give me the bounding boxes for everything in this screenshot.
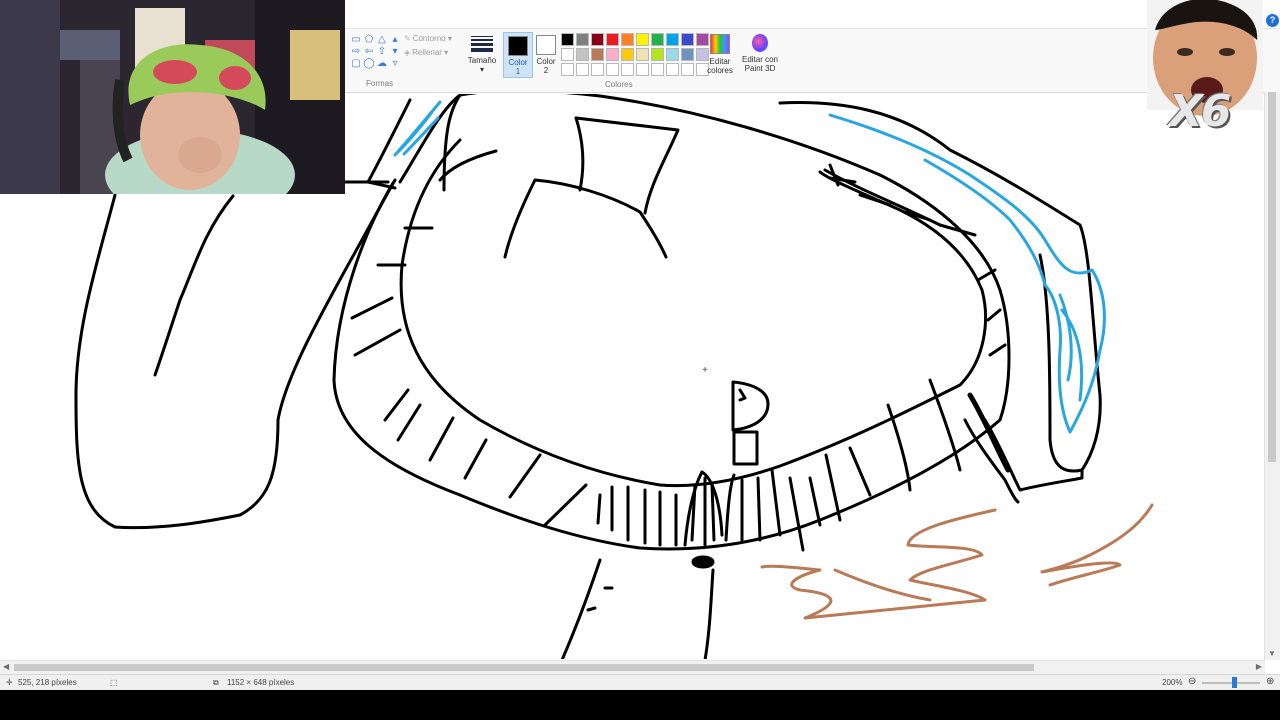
palette-swatch[interactable] [606, 63, 619, 76]
palette-swatch[interactable] [591, 33, 604, 46]
scroll-down-arrow-icon[interactable]: ▼ [1268, 649, 1276, 658]
shapes-group: ▭ ⬠ △ ▴ ⇨ ⇦ ⇧ ▾ ▢ ◯ ☁ ▿ ✎ Contorno ▾ ◈ Rel… [346, 30, 454, 88]
palette-swatch[interactable] [666, 33, 679, 46]
vertical-scroll-thumb[interactable] [1268, 92, 1276, 462]
palette-swatch[interactable] [591, 63, 604, 76]
vertical-scrollbar[interactable]: ▼ [1264, 92, 1280, 660]
color1-button[interactable]: Color 1 [503, 32, 533, 78]
image-size-icon: ⧉ [213, 678, 219, 687]
palette-swatch[interactable] [621, 48, 634, 61]
bottom-black-bar [0, 690, 1280, 720]
scroll-left-arrow-icon[interactable]: ◀ [3, 662, 9, 671]
status-bar: ✛ 525, 218 píxeles ⬚ ⧉ 1152 × 648 píxele… [0, 674, 1280, 691]
palette-swatch[interactable] [606, 48, 619, 61]
palette-swatch[interactable] [666, 63, 679, 76]
zoom-level: 200% [1162, 678, 1183, 687]
arrow-left-shape-icon[interactable]: ⇦ [363, 46, 375, 57]
arrow-up-shape-icon[interactable]: ⇧ [376, 46, 388, 57]
zoom-slider[interactable] [1202, 682, 1260, 684]
color1-label: Color 1 [508, 58, 528, 76]
cursor-position-icon: ✛ [6, 678, 13, 687]
zoom-in-icon[interactable]: ⊕ [1266, 676, 1274, 687]
palette-swatch[interactable] [576, 63, 589, 76]
palette-swatch[interactable] [576, 48, 589, 61]
cloud-shape-icon[interactable]: ☁ [376, 58, 388, 69]
scroll-shapes-icon[interactable]: ▾ [389, 46, 401, 57]
pentagon-shape-icon[interactable]: ⬠ [363, 34, 375, 45]
palette-swatch[interactable] [651, 48, 664, 61]
edit-paint3d-label: Editar con Paint 3D [741, 55, 779, 73]
palette-swatch[interactable] [576, 33, 589, 46]
arrow-right-shape-icon[interactable]: ⇨ [350, 46, 362, 57]
edit-colors-button[interactable]: Editar colores [704, 32, 736, 78]
color2-button[interactable]: Color 2 [532, 32, 560, 76]
palette-swatch[interactable] [681, 48, 694, 61]
palette-swatch[interactable] [651, 33, 664, 46]
palette-swatch[interactable] [636, 63, 649, 76]
palette-swatch[interactable] [621, 33, 634, 46]
size-dropdown-icon: ▾ [479, 65, 484, 74]
palette-swatch[interactable] [621, 63, 634, 76]
edit-paint3d-button[interactable]: Editar con Paint 3D [740, 32, 780, 78]
ellipse-callout-shape-icon[interactable]: ◯ [363, 58, 375, 69]
palette-swatch[interactable] [561, 63, 574, 76]
palette-swatch[interactable] [651, 63, 664, 76]
webcam-overlay [0, 0, 345, 194]
palette-swatch[interactable] [681, 33, 694, 46]
line-size-icon [471, 36, 493, 52]
shapes-group-label: Formas [366, 79, 394, 88]
rectangle-shape-icon[interactable]: ▭ [350, 34, 362, 45]
fill-dropdown[interactable]: ◈ Rellenar ▾ [404, 48, 448, 57]
color2-swatch [536, 35, 556, 55]
scroll-right-arrow-icon[interactable]: ▶ [1256, 662, 1262, 671]
shapes-gallery[interactable]: ▭ ⬠ △ ▴ ⇨ ⇦ ⇧ ▾ ▢ ◯ ☁ ▿ [350, 34, 406, 69]
triangle-shape-icon[interactable]: △ [376, 34, 388, 45]
outline-label: Contorno [412, 34, 446, 43]
horizontal-scrollbar[interactable]: ◀ ▶ [0, 660, 1265, 675]
edit-colors-label: Editar colores [707, 57, 733, 75]
palette-swatch[interactable] [561, 48, 574, 61]
palette-swatch[interactable] [606, 33, 619, 46]
help-icon[interactable]: ? [1266, 14, 1279, 27]
color1-swatch [508, 36, 528, 56]
outline-brush-icon: ✎ [404, 34, 411, 43]
color2-label: Color 2 [536, 57, 556, 75]
palette-swatch[interactable] [561, 33, 574, 46]
paint3d-icon [752, 34, 768, 52]
color-spectrum-icon [710, 34, 730, 54]
palette-swatch[interactable] [666, 48, 679, 61]
palette-swatch[interactable] [636, 48, 649, 61]
image-size: 1152 × 648 píxeles [227, 678, 295, 687]
colors-group-label: Colores [605, 80, 633, 89]
selection-size-icon: ⬚ [110, 678, 118, 687]
color-palette[interactable] [561, 33, 709, 76]
blue-water-strokes [393, 100, 1106, 434]
rounded-rect-shape-icon[interactable]: ▢ [350, 58, 362, 69]
expand-shapes-icon[interactable]: ▿ [389, 58, 401, 69]
palette-swatch[interactable] [636, 33, 649, 46]
outline-dropdown[interactable]: ✎ Contorno ▾ [404, 34, 452, 43]
fill-label: Rellenar [412, 48, 442, 57]
cursor-position: 525, 218 píxeles [18, 678, 77, 687]
palette-swatch[interactable] [681, 63, 694, 76]
size-label: Tamaño [467, 56, 497, 65]
reaction-multiplier-badge: X6 [1169, 86, 1232, 137]
streamer-webcam-image [0, 0, 345, 194]
crosshair-cursor-icon: + [702, 365, 708, 376]
reaction-overlay: X6 [1147, 0, 1263, 150]
zoom-out-icon[interactable]: ⊖ [1188, 676, 1196, 687]
horizontal-scroll-thumb[interactable] [14, 664, 1034, 671]
size-button[interactable]: Tamaño ▾ [464, 34, 500, 76]
more-shapes-icon[interactable]: ▴ [389, 34, 401, 45]
fill-bucket-icon: ◈ [404, 48, 411, 57]
zoom-slider-thumb[interactable] [1232, 677, 1237, 688]
palette-swatch[interactable] [591, 48, 604, 61]
